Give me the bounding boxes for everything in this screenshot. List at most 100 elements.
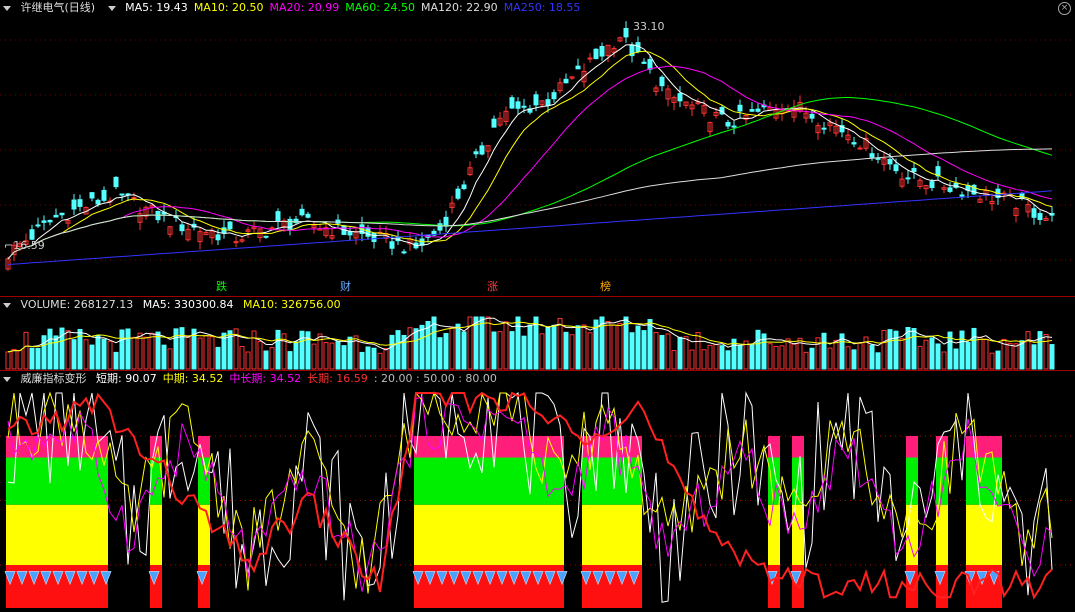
- zone-band: [906, 436, 918, 458]
- volume-ma5: MA5: 330300.84: [142, 298, 234, 311]
- volume-bar: [713, 344, 719, 370]
- volume-bar: [1013, 343, 1019, 370]
- candle-body: [275, 211, 281, 222]
- event-marker[interactable]: 榜: [600, 281, 611, 293]
- candle-body: [233, 241, 239, 244]
- volume-bar: [101, 338, 107, 370]
- volume-bar: [125, 328, 131, 370]
- volume-bar: [707, 344, 713, 370]
- dropdown-icon[interactable]: [3, 302, 11, 308]
- candle-body: [593, 48, 599, 60]
- candle-body: [119, 193, 125, 196]
- volume-bar: [383, 348, 389, 370]
- volume-bar: [329, 342, 335, 370]
- volume-bar: [809, 347, 815, 370]
- indicator-pane[interactable]: 威廉指标变形 短期: 90.07 中期: 34.52 中长期: 34.52 长期: 1…: [0, 371, 1075, 612]
- volume-bar: [653, 331, 659, 370]
- indicator-legend: 威廉指标变形 短期: 90.07 中期: 34.52 中长期: 34.52 长期: 1…: [0, 371, 509, 387]
- dropdown-icon[interactable]: [107, 5, 116, 11]
- candle-body: [35, 224, 41, 227]
- volume-bar: [5, 351, 11, 370]
- volume-bar: [1031, 344, 1037, 370]
- ma-legend-item: MA60: 24.50: [345, 1, 415, 14]
- candle-body: [389, 241, 395, 249]
- price-pane[interactable]: 许继电气(日线) MA5: 19.43 MA10: 20.50 MA20: 20.9…: [0, 0, 1075, 296]
- volume-bar: [323, 342, 329, 370]
- volume-bar: [341, 345, 347, 370]
- volume-bar: [563, 331, 569, 370]
- volume-bar: [965, 341, 971, 370]
- zone-band: [6, 457, 108, 505]
- volume-bar: [749, 344, 755, 370]
- candle-body: [371, 232, 377, 242]
- zone-band: [582, 504, 642, 565]
- volume-bar: [875, 352, 881, 370]
- volume-bar: [443, 333, 449, 370]
- event-marker[interactable]: 跌: [216, 281, 227, 293]
- candle-body: [737, 104, 743, 112]
- volume-bar: [929, 337, 935, 370]
- volume-bar: [173, 328, 179, 370]
- volume-bar: [821, 332, 827, 370]
- ma-legend-item: MA250: 18.55: [503, 1, 581, 14]
- candle-body: [641, 61, 647, 64]
- candle-body: [911, 168, 917, 172]
- event-marker[interactable]: 涨: [487, 281, 498, 293]
- candle-body: [455, 188, 461, 199]
- volume-bar: [953, 348, 959, 370]
- zone-band: [6, 436, 108, 458]
- candle-body: [29, 229, 35, 240]
- volume-bar: [605, 320, 611, 370]
- ma-legend: MA5: 19.43 MA10: 20.50 MA20: 20.99 MA60: 24…: [125, 1, 586, 14]
- volume-bar: [299, 330, 305, 370]
- volume-bar: [719, 345, 725, 370]
- volume-bar: [983, 338, 989, 370]
- candle-body: [587, 57, 593, 60]
- event-marker[interactable]: 财: [340, 281, 351, 293]
- volume-bar: [521, 335, 527, 370]
- candle-body: [461, 184, 467, 189]
- candle-body: [887, 158, 893, 165]
- candle-body: [959, 194, 965, 197]
- candle-body: [905, 177, 911, 180]
- volume-bar: [83, 339, 89, 370]
- volume-bar: [671, 350, 677, 370]
- candle-body: [71, 199, 77, 210]
- volume-bar: [905, 326, 911, 370]
- candle-body: [929, 181, 935, 189]
- volume-bar: [113, 351, 119, 370]
- candle-body: [473, 151, 479, 155]
- volume-bar: [413, 328, 419, 370]
- volume-bar: [971, 327, 977, 370]
- volume-bar: [623, 316, 629, 370]
- volume-bar: [857, 342, 863, 370]
- volume-bar: [35, 348, 41, 370]
- volume-bar: [959, 330, 965, 370]
- dropdown-icon[interactable]: [3, 376, 11, 382]
- volume-pane[interactable]: VOLUME: 268127.13 MA5: 330300.84 MA10: 3…: [0, 297, 1075, 370]
- candle-body: [521, 105, 527, 108]
- volume-bar: [395, 330, 401, 370]
- volume-bar: [203, 335, 209, 370]
- volume-bar: [545, 326, 551, 370]
- volume-bar: [995, 350, 1001, 370]
- ma60-line: [7, 96, 1053, 260]
- candle-body: [869, 153, 875, 158]
- candle-body: [947, 187, 953, 192]
- volume-bar: [917, 345, 923, 370]
- candle-body: [749, 109, 755, 112]
- volume-bar: [89, 344, 95, 370]
- volume-bar: [389, 334, 395, 370]
- dropdown-icon[interactable]: [3, 5, 11, 11]
- candle-body: [731, 125, 737, 128]
- volume-bar: [197, 337, 203, 370]
- zone-band: [150, 504, 162, 565]
- volume-bar: [131, 336, 137, 370]
- volume-bar: [773, 345, 779, 370]
- volume-bar: [665, 333, 671, 370]
- candle-body: [893, 164, 899, 172]
- candle-body: [77, 199, 83, 207]
- volume-bar: [641, 330, 647, 370]
- volume-bar: [647, 319, 653, 370]
- candle-body: [113, 176, 119, 188]
